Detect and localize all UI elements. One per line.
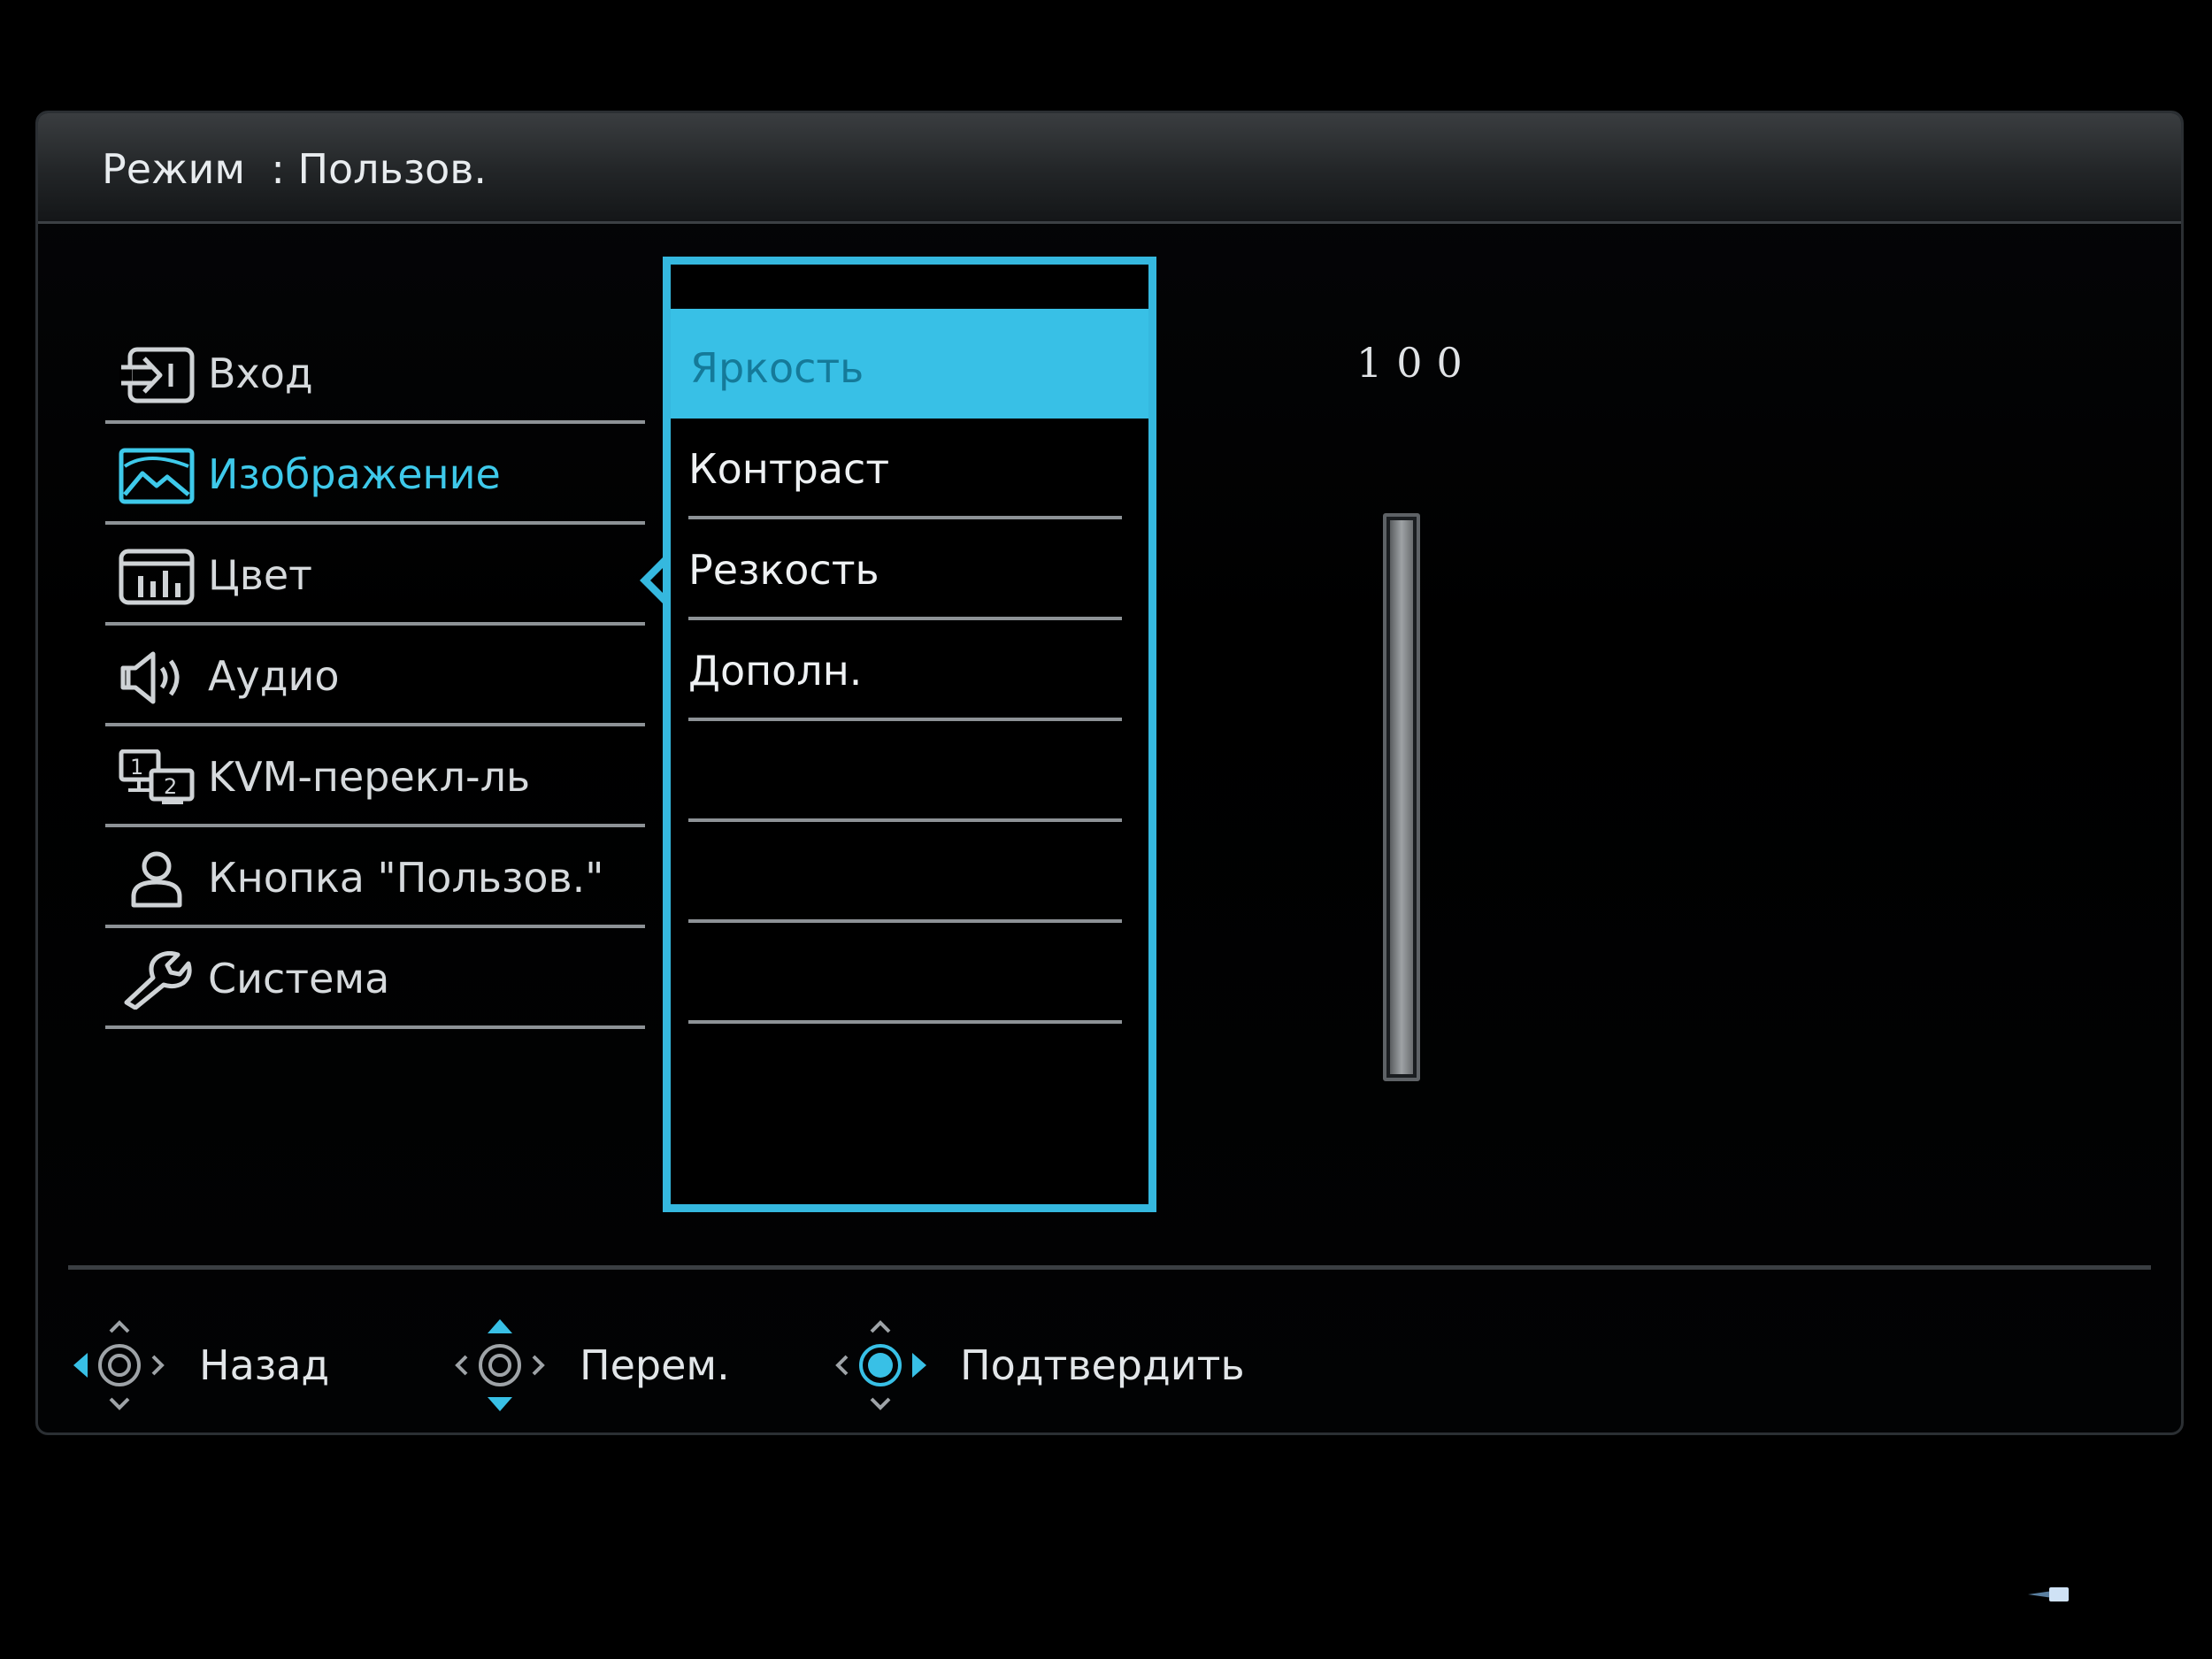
menu-item-label: Кнопка "Пользов." <box>208 854 604 902</box>
menu-item-system[interactable]: Система <box>105 928 645 1029</box>
input-icon <box>119 347 195 403</box>
osd-header: Режим : Пользов. <box>38 113 2181 224</box>
joystick-updown-icon <box>455 1319 545 1411</box>
slider-fill <box>1390 520 1413 1074</box>
menu-item-label: Цвет <box>208 551 312 599</box>
mode-title: Режим : Пользов. <box>102 145 488 193</box>
submenu-item-sharpness[interactable]: Резкость <box>688 519 1122 620</box>
kvm-switch-icon: 1 2 <box>119 749 195 804</box>
submenu-item-empty <box>688 822 1122 923</box>
menu-item-label: Система <box>208 955 390 1002</box>
user-icon <box>131 851 182 908</box>
menu-item-audio[interactable]: Аудио <box>105 626 645 726</box>
osd-window: Режим : Пользов. Вход Изображение Цвет А… <box>35 111 2184 1435</box>
submenu-item-advanced[interactable]: Дополн. <box>688 620 1122 721</box>
wrench-icon <box>124 951 192 1010</box>
menu-item-label: Вход <box>208 349 313 397</box>
submenu-item-label: Яркость <box>690 344 864 392</box>
hint-label: Перем. <box>580 1341 730 1389</box>
brightness-slider[interactable] <box>1383 513 1420 1081</box>
submenu-item-label: Контраст <box>688 445 890 493</box>
menu-item-picture[interactable]: Изображение <box>105 424 645 525</box>
submenu-item-empty <box>688 721 1122 822</box>
menu-item-color[interactable]: Цвет <box>105 525 645 626</box>
color-icon <box>119 549 195 605</box>
footer-divider <box>68 1265 2151 1270</box>
joystick-left-icon <box>73 1320 165 1410</box>
svg-text:2: 2 <box>164 774 177 799</box>
menu-item-input[interactable]: Вход <box>105 323 645 424</box>
brightness-value: 100 <box>1356 339 1477 387</box>
joystick-press-icon <box>835 1320 926 1410</box>
submenu-item-label: Дополн. <box>688 647 863 695</box>
hint-label: Назад <box>199 1341 330 1389</box>
svg-text:1: 1 <box>130 755 143 780</box>
power-led-icon <box>2028 1587 2069 1601</box>
submenu-item-brightness[interactable]: Яркость <box>671 309 1148 419</box>
menu-item-label: Изображение <box>208 450 501 498</box>
submenu-item-empty <box>688 923 1122 1024</box>
menu-item-custom-key[interactable]: Кнопка "Пользов." <box>105 827 645 928</box>
picture-icon <box>119 448 195 504</box>
menu-item-kvm[interactable]: 1 2 KVM-перекл-ль <box>105 726 645 827</box>
menu-item-label: KVM-перекл-ль <box>208 753 531 801</box>
submenu-item-contrast[interactable]: Контраст <box>688 419 1122 519</box>
hint-label: Подтвердить <box>960 1341 1245 1389</box>
submenu-panel: Яркость Контраст Резкость Дополн. <box>663 257 1156 1212</box>
menu-item-label: Аудио <box>208 652 340 700</box>
speaker-icon <box>120 651 180 704</box>
submenu-item-label: Резкость <box>688 546 879 594</box>
